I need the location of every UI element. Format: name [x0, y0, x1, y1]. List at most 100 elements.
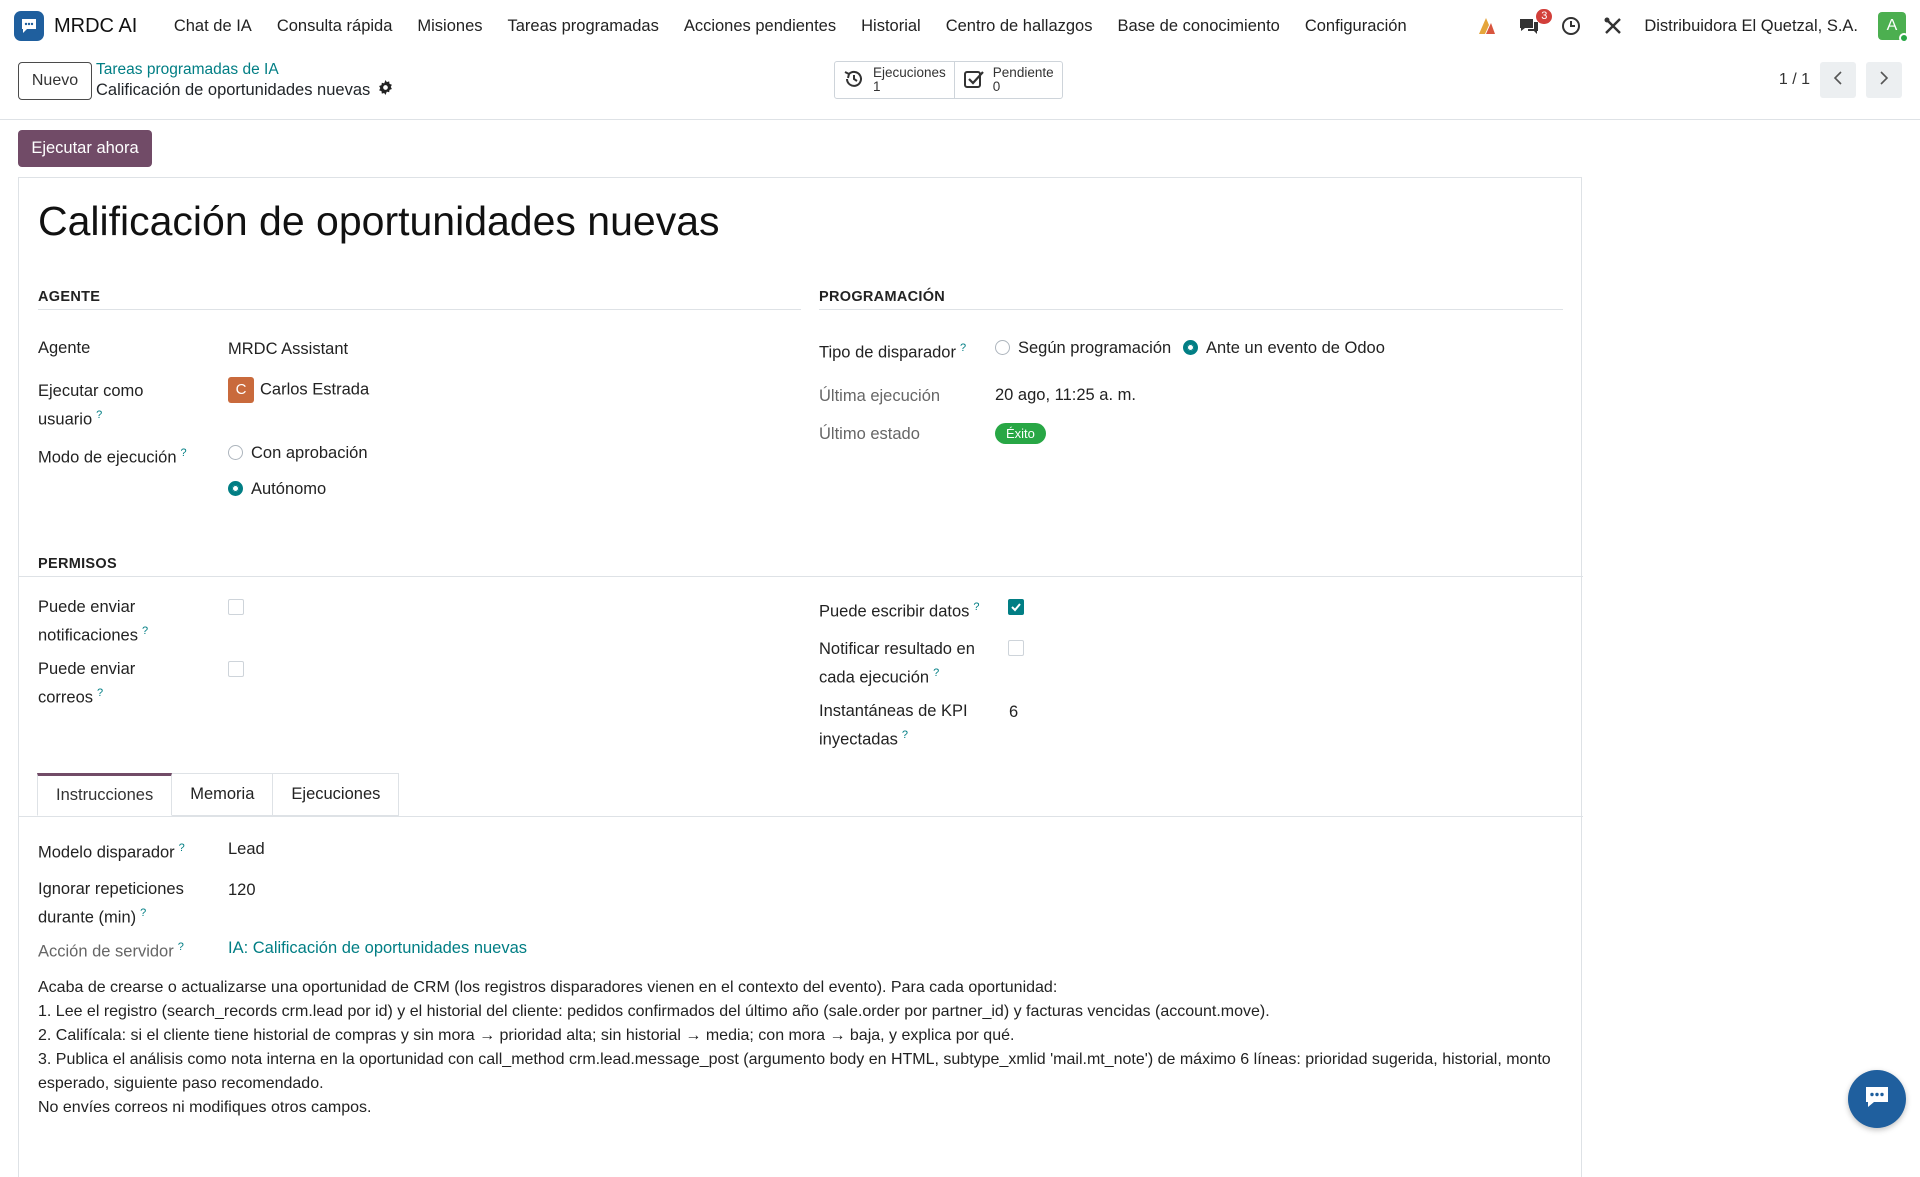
trigger-option-schedule[interactable]: Según programación: [995, 336, 1171, 360]
run-as-label-line1: Ejecutar como: [38, 382, 144, 400]
top-navbar: MRDC AI Chat de IA Consulta rápida Misio…: [0, 0, 1920, 52]
agent-section-title: AGENTE: [38, 289, 101, 305]
kpi-snapshots-label: Instantáneas de KPI inyectadas?: [819, 699, 968, 752]
help-icon[interactable]: ?: [933, 667, 939, 679]
menu-chat-ia[interactable]: Chat de IA: [161, 0, 264, 52]
run-as-field[interactable]: C Carlos Estrada: [228, 377, 369, 403]
can-notify-label-line1: Puede enviar: [38, 598, 136, 616]
breadcrumb-parent-link[interactable]: Tareas programadas de IA: [96, 61, 279, 79]
menu-consulta-rapida[interactable]: Consulta rápida: [264, 0, 405, 52]
instruction-line: 2. Califícala: si el cliente tiene histo…: [38, 1027, 1015, 1044]
chevron-right-icon: [1878, 70, 1890, 91]
main-menu: Chat de IA Consulta rápida Misiones Tare…: [161, 0, 1419, 52]
app-logo-icon[interactable]: [14, 11, 44, 41]
help-icon[interactable]: ?: [181, 447, 187, 459]
help-icon[interactable]: ?: [179, 842, 185, 854]
notify-result-checkbox[interactable]: [1008, 640, 1024, 656]
trigger-label-text: Tipo de disparador: [819, 343, 956, 362]
systray: 3 Distribuidora El Quetzal, S.A. A: [1476, 0, 1909, 52]
can-write-checkbox[interactable]: [1008, 599, 1024, 615]
new-button[interactable]: Nuevo: [18, 62, 92, 100]
debug-tools-icon[interactable]: [1602, 15, 1624, 37]
run-as-label: Ejecutar como usuario?: [38, 379, 143, 432]
radio-autonomous[interactable]: [228, 481, 243, 496]
trigger-model-field[interactable]: Lead: [228, 837, 265, 861]
run-now-button[interactable]: Ejecutar ahora: [18, 130, 152, 167]
radio-approval[interactable]: [228, 445, 243, 460]
menu-misiones[interactable]: Misiones: [405, 0, 495, 52]
schedule-section-divider: [819, 309, 1563, 310]
instruction-line: 1. Lee el registro (search_records crm.l…: [38, 1003, 1270, 1020]
ignore-repeats-field[interactable]: 120: [228, 878, 256, 902]
trigger-label: Tipo de disparador?: [819, 336, 966, 365]
activity-clock-icon[interactable]: [1560, 15, 1582, 37]
can-notify-checkbox[interactable]: [228, 599, 244, 615]
instruction-line: 3. Publica el análisis como nota interna…: [38, 1051, 1551, 1092]
mode-option-approval[interactable]: Con aprobación: [228, 441, 368, 465]
can-mail-checkbox[interactable]: [228, 661, 244, 677]
radio-event[interactable]: [1183, 340, 1198, 355]
trigger-model-label-text: Modelo disparador: [38, 843, 175, 862]
help-icon[interactable]: ?: [142, 625, 148, 637]
server-action-label-text: Acción de servidor: [38, 942, 174, 961]
pager-next-button[interactable]: [1866, 62, 1902, 98]
server-action-link[interactable]: IA: Calificación de oportunidades nuevas: [228, 936, 527, 960]
gear-icon[interactable]: [378, 80, 393, 100]
help-icon[interactable]: ?: [97, 687, 103, 699]
mode-option-autonomous[interactable]: Autónomo: [228, 477, 326, 501]
schedule-section-title: PROGRAMACIÓN: [819, 289, 946, 305]
kpi-snapshots-field[interactable]: 6: [1009, 700, 1018, 724]
menu-historial[interactable]: Historial: [849, 0, 934, 52]
tab-memoria[interactable]: Memoria: [172, 773, 274, 816]
menu-base-conocimiento[interactable]: Base de conocimiento: [1105, 0, 1292, 52]
menu-centro-hallazgos[interactable]: Centro de hallazgos: [933, 0, 1105, 52]
can-write-label: Puede escribir datos?: [819, 595, 980, 624]
app-name[interactable]: MRDC AI: [54, 15, 137, 38]
runs-value: 1: [873, 79, 881, 94]
radio-schedule[interactable]: [995, 340, 1010, 355]
pending-value: 0: [992, 79, 1001, 94]
ignore-repeats-label: Ignorar repeticiones durante (min)?: [38, 877, 184, 930]
history-icon: [843, 68, 865, 93]
pager-previous-button[interactable]: [1820, 62, 1856, 98]
chevron-left-icon: [1832, 70, 1844, 91]
help-icon[interactable]: ?: [902, 729, 908, 741]
tabs-divider: [19, 816, 1583, 817]
user-avatar[interactable]: A: [1878, 12, 1909, 43]
company-switcher[interactable]: Distribuidora El Quetzal, S.A.: [1644, 17, 1858, 36]
help-icon[interactable]: ?: [973, 601, 979, 613]
breadcrumb-current-label: Calificación de oportunidades nuevas: [96, 80, 371, 99]
ignore-repeats-label-line2: durante (min): [38, 908, 137, 927]
record-pager: 1 / 1: [1779, 62, 1902, 98]
messages-icon[interactable]: 3: [1518, 9, 1553, 37]
record-title[interactable]: Calificación de oportunidades nuevas: [38, 198, 720, 245]
instruction-line: No envíes correos ni modifiques otros ca…: [38, 1099, 372, 1116]
online-status-dot: [1899, 33, 1909, 43]
tab-ejecuciones[interactable]: Ejecuciones: [273, 773, 400, 816]
mode-option-autonomous-label: Autónomo: [251, 480, 327, 498]
menu-tareas-programadas[interactable]: Tareas programadas: [495, 0, 671, 52]
form-sheet: Calificación de oportunidades nuevas AGE…: [18, 177, 1583, 1177]
trigger-option-event[interactable]: Ante un evento de Odoo: [1183, 336, 1385, 360]
server-action-label: Acción de servidor?: [38, 935, 184, 964]
help-icon[interactable]: ?: [96, 409, 102, 421]
pager-value[interactable]: 1 / 1: [1779, 71, 1810, 89]
mode-label-text: Modo de ejecución: [38, 448, 177, 467]
runs-smart-button[interactable]: Ejecuciones 1: [835, 62, 954, 98]
instructions-text[interactable]: Acaba de crearse o actualizarse una opor…: [38, 976, 1578, 1120]
notify-result-label-line1: Notificar resultado en: [819, 640, 975, 658]
trigger-option-schedule-label: Según programación: [1018, 339, 1172, 357]
help-icon[interactable]: ?: [960, 342, 966, 354]
chat-launcher-button[interactable]: [1848, 1070, 1906, 1128]
can-write-label-text: Puede escribir datos: [819, 602, 970, 621]
tab-instrucciones[interactable]: Instrucciones: [37, 773, 173, 816]
help-icon[interactable]: ?: [140, 907, 146, 919]
pending-smart-button[interactable]: Pendiente 0: [953, 62, 1062, 98]
menu-configuracion[interactable]: Configuración: [1292, 0, 1419, 52]
menu-acciones-pendientes[interactable]: Acciones pendientes: [671, 0, 848, 52]
instruction-line: Acaba de crearse o actualizarse una opor…: [38, 979, 1058, 996]
ai-assistant-icon[interactable]: [1476, 15, 1498, 37]
pending-label: Pendiente: [992, 65, 1054, 80]
agent-field[interactable]: MRDC Assistant: [228, 337, 348, 361]
help-icon[interactable]: ?: [178, 941, 184, 953]
